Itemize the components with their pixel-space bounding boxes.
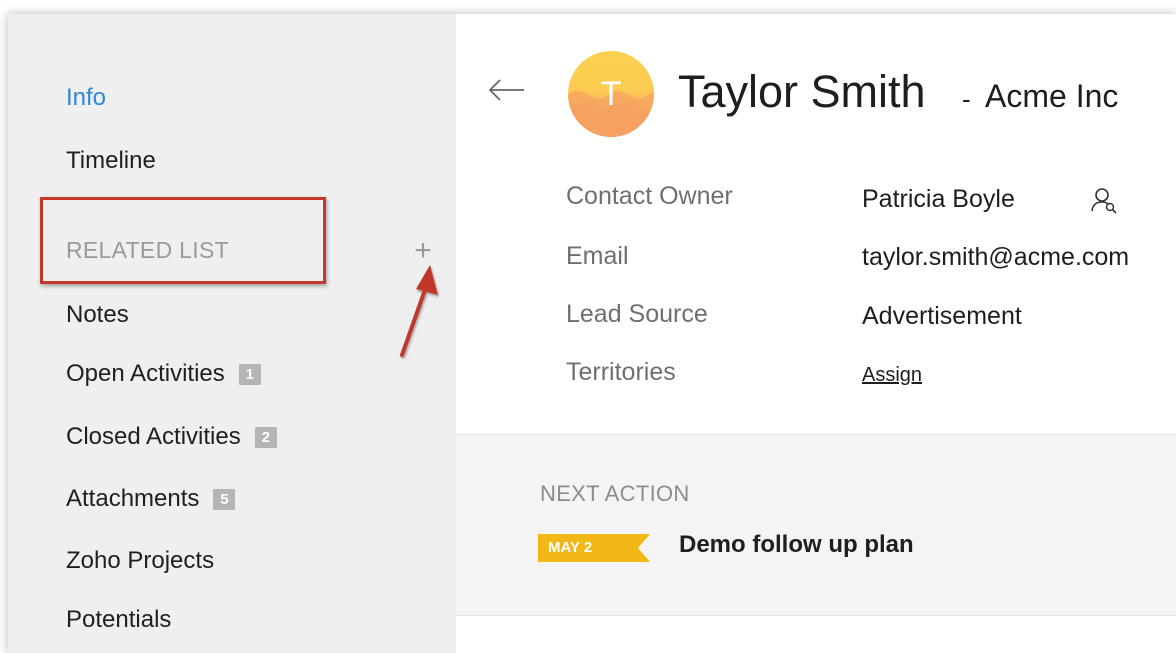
- app-window: Info Timeline RELATED LIST + Notes Open …: [8, 14, 1176, 653]
- field-label-territories: Territories: [566, 358, 676, 386]
- sidebar-item-notes[interactable]: Notes: [66, 301, 129, 329]
- count-badge: 1: [238, 363, 261, 385]
- count-badge: 5: [213, 488, 236, 510]
- next-action-date: MAY 2: [548, 539, 593, 556]
- sidebar-item-label: Zoho Projects: [66, 547, 215, 574]
- count-badge: 2: [254, 426, 277, 448]
- sidebar-item-label: Closed Activities: [66, 423, 241, 450]
- sidebar-item-closed-activities[interactable]: Closed Activities 2: [66, 423, 277, 451]
- sidebar-item-zoho-projects[interactable]: Zoho Projects: [66, 547, 214, 575]
- field-label-lead-source: Lead Source: [566, 300, 708, 328]
- next-action-panel: NEXT ACTION MAY 2 Demo follow up plan: [456, 434, 1176, 616]
- owner-lookup-icon[interactable]: [1090, 186, 1118, 214]
- sidebar-item-label: Timeline: [66, 147, 156, 174]
- sidebar-item-label: Info: [66, 84, 107, 111]
- sidebar-item-label: Notes: [66, 301, 129, 328]
- field-label-email: Email: [566, 242, 629, 270]
- next-action-title[interactable]: Demo follow up plan: [679, 531, 914, 559]
- company-name[interactable]: Acme Inc: [985, 78, 1118, 115]
- contact-name: Taylor Smith: [678, 66, 926, 117]
- sidebar-item-label: Attachments: [66, 485, 200, 512]
- sidebar-item-label: Potentials: [66, 606, 172, 633]
- name-separator: -: [962, 84, 971, 114]
- next-action-heading: NEXT ACTION: [540, 481, 690, 506]
- avatar: T: [568, 51, 654, 137]
- sidebar-item-label: Open Activities: [66, 360, 225, 387]
- avatar-initial: T: [600, 75, 622, 113]
- annotation-arrow-icon: [400, 265, 438, 357]
- field-value-email[interactable]: taylor.smith@acme.com: [862, 243, 1129, 272]
- back-arrow-icon[interactable]: [486, 70, 526, 110]
- assign-territory-link[interactable]: Assign: [862, 364, 922, 387]
- field-value-contact-owner[interactable]: Patricia Boyle: [862, 185, 1015, 214]
- date-tag: MAY 2: [538, 534, 650, 562]
- sidebar-item-timeline[interactable]: Timeline: [66, 147, 156, 175]
- sidebar-item-open-activities[interactable]: Open Activities 1: [66, 360, 261, 388]
- record-detail: T Taylor Smith - Acme Inc Contact Owner …: [456, 14, 1176, 653]
- related-list-heading: RELATED LIST: [66, 237, 229, 263]
- field-value-lead-source[interactable]: Advertisement: [862, 302, 1022, 331]
- sidebar-item-attachments[interactable]: Attachments 5: [66, 485, 236, 513]
- sidebar-item-info[interactable]: Info: [66, 84, 106, 112]
- sidebar: Info Timeline RELATED LIST + Notes Open …: [8, 14, 456, 653]
- field-label-contact-owner: Contact Owner: [566, 182, 733, 210]
- sidebar-item-potentials[interactable]: Potentials: [66, 606, 171, 634]
